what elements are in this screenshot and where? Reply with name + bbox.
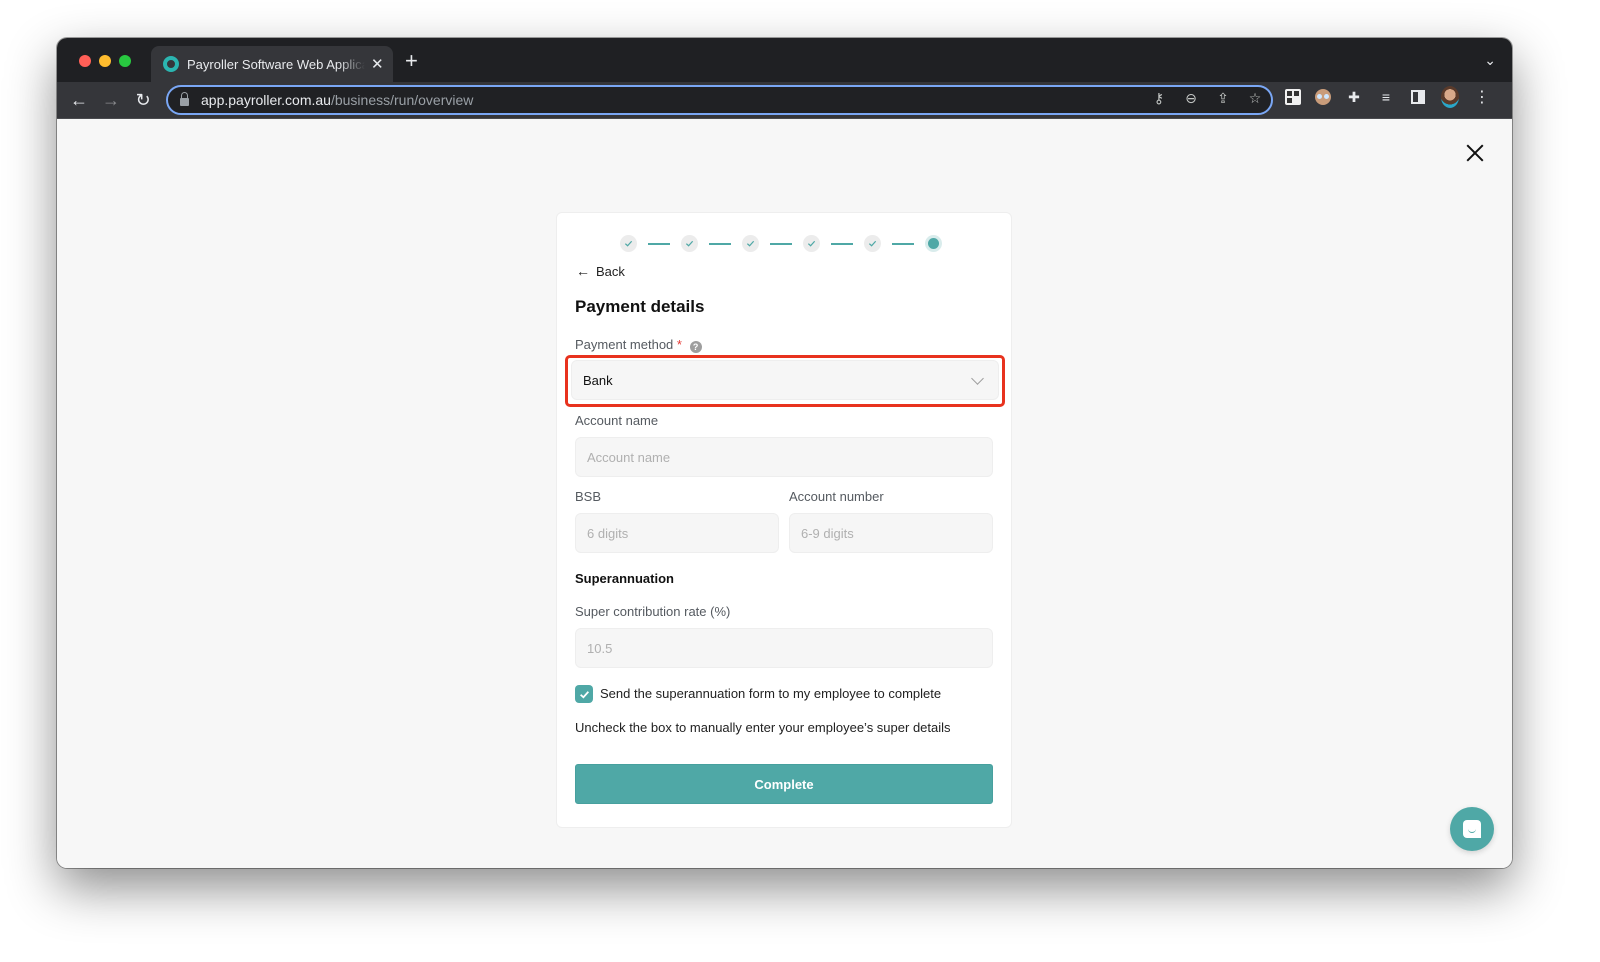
- step-connector: [831, 242, 853, 245]
- account-number-input[interactable]: 6-9 digits: [789, 513, 993, 553]
- bookmark-star-icon[interactable]: ☆: [1247, 90, 1263, 107]
- step-connector: [892, 242, 914, 245]
- zoom-out-icon[interactable]: ⊖: [1183, 90, 1199, 107]
- send-super-form-label[interactable]: Send the superannuation form to my emplo…: [600, 686, 941, 701]
- check-icon: [746, 240, 755, 247]
- face-extension-icon[interactable]: [1315, 89, 1331, 105]
- back-label: Back: [596, 263, 625, 279]
- check-icon: [868, 240, 877, 247]
- progress-stepper: [620, 235, 942, 252]
- required-asterisk: *: [676, 337, 682, 352]
- payroller-favicon-icon: [163, 56, 179, 72]
- help-icon[interactable]: ?: [689, 341, 702, 353]
- chat-bubble-icon: [1463, 820, 1481, 838]
- address-bar[interactable]: app.payroller.com.au/business/run/overvi…: [166, 85, 1273, 115]
- new-tab-button[interactable]: +: [405, 50, 418, 72]
- check-icon: [685, 240, 694, 247]
- puzzle-extensions-icon[interactable]: ✚: [1345, 88, 1363, 106]
- step-complete-5: [864, 235, 881, 252]
- reload-icon[interactable]: ↻: [131, 88, 155, 112]
- step-connector: [770, 242, 792, 245]
- browser-window: Payroller Software Web Application ✕ + ⌄…: [57, 38, 1512, 868]
- step-connector: [648, 242, 670, 245]
- browser-titlebar: Payroller Software Web Application ✕ + ⌄: [57, 38, 1512, 82]
- complete-button[interactable]: Complete: [575, 764, 993, 804]
- account-number-placeholder: 6-9 digits: [801, 525, 854, 541]
- step-complete-1: [620, 235, 637, 252]
- key-icon[interactable]: ⚷: [1151, 90, 1167, 107]
- account-name-input[interactable]: Account name: [575, 437, 993, 477]
- step-complete-4: [803, 235, 820, 252]
- kebab-menu-icon[interactable]: ⋮: [1473, 88, 1491, 106]
- tab-close-icon[interactable]: ✕: [371, 55, 384, 73]
- super-hint-text: Uncheck the box to manually enter your e…: [575, 720, 951, 735]
- step-complete-3: [742, 235, 759, 252]
- tab-title: Payroller Software Web Application: [187, 56, 365, 72]
- url-host: app.payroller.com.au: [201, 92, 331, 108]
- highlight-annotation-box: [565, 355, 1005, 407]
- payment-method-label: Payment method * ?: [575, 337, 702, 353]
- bsb-label: BSB: [575, 489, 602, 504]
- qr-code-extension-icon[interactable]: [1285, 89, 1301, 105]
- send-super-form-checkbox[interactable]: [575, 685, 593, 703]
- check-icon: [807, 240, 816, 247]
- close-window-button[interactable]: [79, 55, 91, 67]
- back-link[interactable]: ← Back: [576, 263, 625, 279]
- arrow-left-icon: ←: [576, 263, 590, 279]
- page-title: Payment details: [575, 297, 705, 316]
- tab-search-chevron-icon[interactable]: ⌄: [1484, 52, 1496, 69]
- account-number-label: Account number: [789, 489, 884, 504]
- page-content: ← Back Payment details Payment method * …: [57, 119, 1512, 868]
- check-icon: [624, 240, 633, 247]
- step-current-6: [925, 235, 942, 252]
- browser-tab-active[interactable]: Payroller Software Web Application ✕: [151, 46, 393, 82]
- maximize-window-button[interactable]: [119, 55, 131, 67]
- close-icon[interactable]: [1465, 143, 1485, 163]
- step-connector: [709, 242, 731, 245]
- chat-launcher-button[interactable]: [1450, 807, 1494, 851]
- account-name-label: Account name: [575, 413, 659, 428]
- account-name-placeholder: Account name: [587, 449, 671, 465]
- super-rate-placeholder: 10.5: [587, 640, 613, 656]
- url-path: /business/run/overview: [330, 92, 474, 108]
- step-complete-2: [681, 235, 698, 252]
- bsb-input[interactable]: 6 digits: [575, 513, 779, 553]
- superannuation-heading: Superannuation: [575, 571, 674, 586]
- media-playlist-icon[interactable]: ≡: [1377, 88, 1395, 106]
- check-icon: [579, 690, 589, 698]
- browser-toolbar: ← → ↻ app.payroller.com.au/business/run/…: [57, 82, 1512, 119]
- payment-method-label-text: Payment method: [575, 337, 674, 352]
- share-icon[interactable]: ⇪: [1215, 90, 1231, 107]
- super-rate-input[interactable]: 10.5: [575, 628, 993, 668]
- back-arrow-icon[interactable]: ←: [67, 88, 91, 112]
- payment-details-card: ← Back Payment details Payment method * …: [556, 212, 1012, 828]
- profile-avatar[interactable]: [1441, 86, 1459, 108]
- minimize-window-button[interactable]: [99, 55, 111, 67]
- side-panel-icon[interactable]: [1411, 90, 1425, 104]
- forward-arrow-icon[interactable]: →: [99, 88, 123, 112]
- super-rate-label: Super contribution rate (%): [575, 604, 731, 619]
- bsb-placeholder: 6 digits: [587, 525, 629, 541]
- lock-icon[interactable]: [180, 92, 189, 106]
